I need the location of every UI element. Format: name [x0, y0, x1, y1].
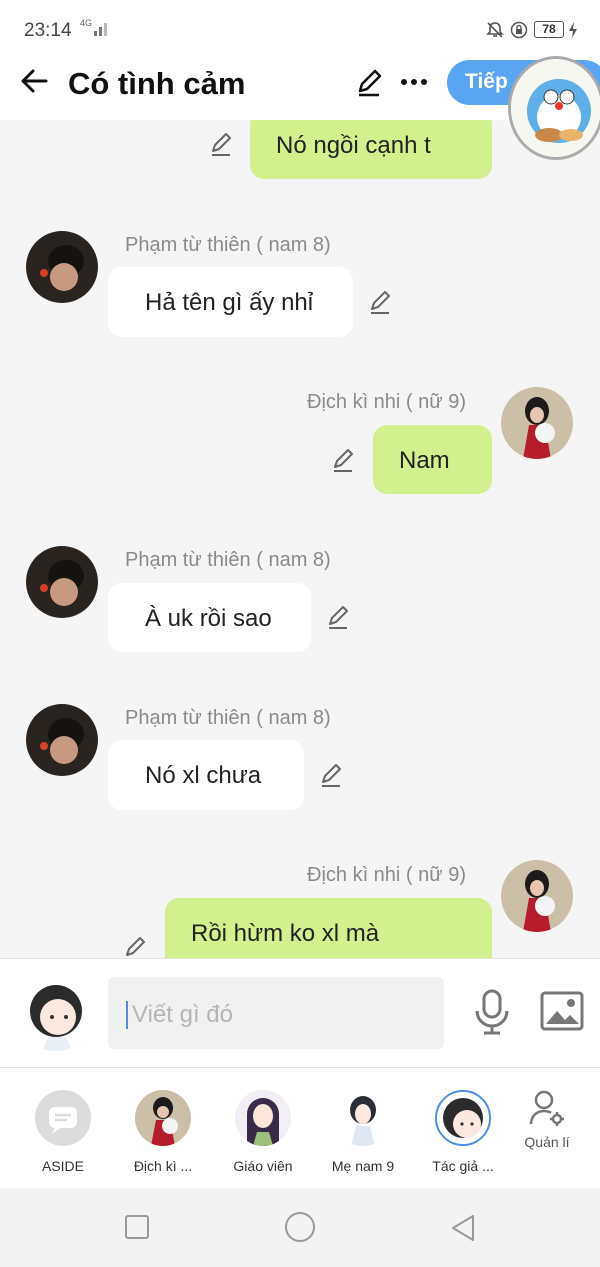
status-time: 23:14: [24, 20, 72, 41]
character-label: Tác giả ...: [432, 1158, 494, 1174]
edit-message-icon[interactable]: [367, 288, 395, 316]
edit-message-icon[interactable]: [325, 603, 353, 631]
chat-header: Có tình cảm Tiếp: [0, 56, 600, 160]
edit-message-icon[interactable]: [318, 761, 346, 789]
home-icon[interactable]: [284, 1211, 316, 1243]
status-bar: 23:14 4G 78: [0, 0, 600, 60]
character-avatar: [435, 1090, 491, 1146]
character-label: Giáo viên: [233, 1158, 293, 1174]
message-bubble[interactable]: À uk rồi sao: [108, 583, 311, 652]
recent-apps-icon[interactable]: [124, 1214, 150, 1240]
character-label: Quản lí: [524, 1134, 570, 1150]
message-bubble[interactable]: Nó xl chưa: [108, 740, 304, 810]
sender-avatar[interactable]: [501, 387, 573, 459]
character-avatar: [235, 1090, 291, 1146]
edit-title-icon[interactable]: [354, 66, 386, 98]
manage-user-icon: [529, 1090, 564, 1126]
edit-message-icon[interactable]: [208, 130, 236, 158]
sender-avatar[interactable]: [501, 860, 573, 932]
message-input[interactable]: Viết gì đó: [108, 977, 444, 1049]
character-label: Địch kì ...: [133, 1158, 193, 1174]
sender-name: Địch kì nhi ( nữ 9): [307, 864, 466, 886]
sender-name: Phạm từ thiên ( nam 8): [125, 234, 331, 256]
battery-indicator: 78: [534, 21, 564, 38]
character-me-nam-9[interactable]: Mẹ nam 9: [313, 1090, 413, 1174]
sender-name: Địch kì nhi ( nữ 9): [307, 391, 466, 413]
sender-avatar[interactable]: [26, 231, 98, 303]
message-bubble[interactable]: Rồi hừm ko xl mà: [165, 898, 492, 958]
rotation-lock-icon: [510, 21, 528, 39]
aside-icon: [35, 1090, 91, 1146]
character-label: ASIDE: [41, 1158, 84, 1174]
message-bubble[interactable]: Hả tên gì ấy nhỉ: [108, 267, 353, 337]
chat-message-list[interactable]: Nó ngồi cạnh t Phạm từ thiên ( nam 8) Hả…: [0, 120, 600, 958]
microphone-icon[interactable]: [472, 989, 512, 1035]
character-avatar: [135, 1090, 191, 1146]
character-label: Mẹ nam 9: [331, 1158, 395, 1174]
character-switcher: ASIDE Địch kì ... Giáo viên Mẹ nam 9 Tác…: [0, 1068, 600, 1188]
manage-characters-button[interactable]: Quản lí: [497, 1090, 597, 1150]
edit-message-icon[interactable]: [330, 446, 358, 474]
current-character-avatar[interactable]: [18, 975, 94, 1051]
image-upload-icon[interactable]: [540, 991, 584, 1031]
message-bubble[interactable]: Nam: [373, 425, 492, 494]
system-navigation-bar: [0, 1188, 600, 1267]
character-avatar: [335, 1090, 391, 1146]
edit-message-icon[interactable]: [122, 934, 150, 958]
mute-bell-icon: [486, 22, 504, 38]
character-giao-vien[interactable]: Giáo viên: [213, 1090, 313, 1174]
message-composer: Viết gì đó: [0, 958, 600, 1068]
network-type: 4G: [80, 18, 93, 28]
charging-icon: [569, 22, 577, 38]
back-nav-icon[interactable]: [450, 1214, 476, 1242]
character-aside[interactable]: ASIDE: [13, 1090, 113, 1174]
sender-name: Phạm từ thiên ( nam 8): [125, 549, 331, 571]
signal-icon: [94, 23, 107, 36]
back-arrow-icon[interactable]: [18, 64, 52, 98]
character-dich-ki-nhi[interactable]: Địch kì ...: [113, 1090, 213, 1174]
sender-name: Phạm từ thiên ( nam 8): [125, 707, 331, 729]
story-title: Có tình cảm: [68, 66, 246, 101]
sender-avatar[interactable]: [26, 546, 98, 618]
text-cursor: [126, 1001, 128, 1029]
sender-avatar[interactable]: [26, 704, 98, 776]
more-options-icon[interactable]: [400, 66, 428, 98]
message-bubble[interactable]: Nó ngồi cạnh t: [250, 120, 492, 179]
message-input-placeholder: Viết gì đó: [132, 1001, 233, 1028]
